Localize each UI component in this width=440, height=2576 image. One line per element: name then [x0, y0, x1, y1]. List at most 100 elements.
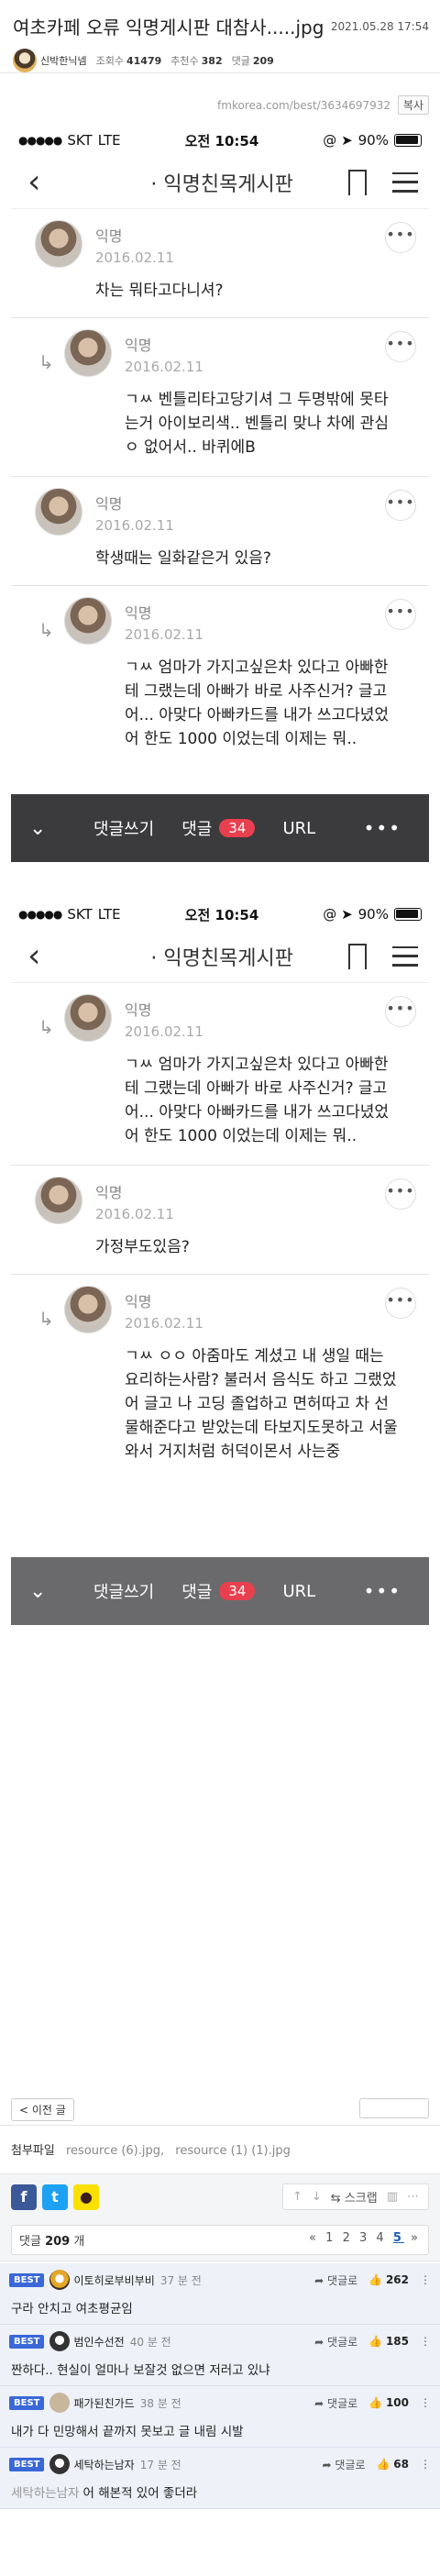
- write-comment-button[interactable]: 댓글쓰기: [94, 816, 154, 840]
- more-options-icon[interactable]: •••: [385, 331, 416, 362]
- more-options-icon[interactable]: ⋮: [420, 2396, 431, 2409]
- comments-count-badge: 34: [219, 819, 256, 837]
- reply-button[interactable]: ➦ 댓글로: [314, 2395, 358, 2411]
- pager-page[interactable]: 1: [325, 2231, 336, 2245]
- like-button[interactable]: 👍 100: [368, 2396, 409, 2409]
- bookmark-icon[interactable]: [347, 943, 367, 977]
- comment-date: 2016.02.11: [95, 517, 174, 534]
- copy-url-button[interactable]: 복사: [397, 95, 429, 115]
- comment-count-bar: 댓글 209 개 « 1 2 3 4 5 »: [0, 2219, 440, 2261]
- comments-label: 댓글: [231, 55, 250, 67]
- more-options-icon[interactable]: •••: [385, 490, 416, 521]
- more-icon[interactable]: •••: [364, 817, 402, 839]
- phone-time: 오전 10:54: [184, 132, 259, 149]
- avatar: [50, 2331, 71, 2351]
- url-button[interactable]: URL: [282, 1582, 315, 1601]
- back-icon[interactable]: ‹: [28, 165, 40, 199]
- next-post-button[interactable]: [359, 2098, 429, 2118]
- avatar: [35, 488, 82, 536]
- comment-date: 2016.02.11: [125, 626, 204, 643]
- bookmark-icon[interactable]: [347, 169, 367, 203]
- reply-to-user[interactable]: 세탁하는남자: [11, 2486, 80, 2501]
- reply-item: ↳ 익명 2016.02.11 ••• ㄱㅆ 엄마가 가지고싶은차 있다고 아빠한…: [11, 983, 429, 1166]
- reply-label: 댓글로: [327, 2396, 358, 2410]
- author-avatar[interactable]: [13, 49, 37, 72]
- facebook-share-icon[interactable]: f: [11, 2184, 37, 2210]
- post-meta: 신박한닉넴 조회수 41479 추천수 382 댓글 209: [13, 49, 429, 72]
- kakao-share-icon[interactable]: ●: [73, 2184, 99, 2210]
- app-navbar: ‹ · 익명친목게시판: [11, 930, 429, 983]
- views-value: 41479: [126, 55, 162, 67]
- more-icon[interactable]: •••: [364, 1580, 402, 1602]
- comment-date: 2016.02.11: [95, 249, 174, 266]
- comment-text: 짠하다.. 현실이 얼마나 보잘것 없으면 저러고 있냐: [11, 2363, 270, 2378]
- write-comment-button[interactable]: 댓글쓰기: [94, 1579, 154, 1603]
- more-options-icon[interactable]: •••: [385, 1178, 416, 1210]
- pager-last[interactable]: »: [411, 2231, 421, 2245]
- more-options-icon[interactable]: ⋮: [420, 2335, 431, 2348]
- comment-author[interactable]: 범인수선전: [73, 2334, 124, 2349]
- more-tools-icon[interactable]: ⋯: [407, 2190, 419, 2204]
- more-options-icon[interactable]: •••: [385, 599, 416, 630]
- back-icon[interactable]: ‹: [28, 939, 40, 973]
- avatar: [50, 2270, 71, 2290]
- reply-arrow-icon: ↳: [38, 1016, 54, 1038]
- chevron-down-icon[interactable]: ⌄: [29, 817, 66, 840]
- best-comment: BEST 범인수선전 40 분 전 ➦ 댓글로 👍 185 ⋮ 짠하다.. 현실이 …: [0, 2325, 440, 2386]
- comment-author[interactable]: 패가된친가드: [73, 2395, 134, 2411]
- more-options-icon[interactable]: •••: [385, 222, 416, 253]
- post-tools: ↑ ↓ ⇆ 스크랩 ▥ ⋯: [281, 2184, 429, 2210]
- pager-current-page[interactable]: 5: [393, 2231, 404, 2245]
- comments-button[interactable]: 댓글 34: [182, 1579, 256, 1603]
- best-badge: BEST: [9, 2272, 45, 2287]
- attachment-file[interactable]: resource (6).jpg,: [66, 2144, 164, 2158]
- like-button[interactable]: 👍 262: [368, 2273, 409, 2286]
- url-button[interactable]: URL: [282, 819, 315, 838]
- arrow-up-icon[interactable]: ↑: [292, 2190, 302, 2204]
- bottom-action-bar: ⌄ 댓글쓰기 댓글 34 URL •••: [11, 1557, 429, 1625]
- location-icon: @ ➤: [323, 906, 353, 923]
- post-author[interactable]: 신박한닉넴: [40, 53, 87, 68]
- comment-date: 2016.02.11: [125, 359, 204, 375]
- twitter-share-icon[interactable]: t: [42, 2184, 68, 2210]
- more-options-icon[interactable]: •••: [385, 996, 416, 1027]
- more-options-icon[interactable]: ⋮: [420, 2458, 431, 2471]
- reply-button[interactable]: ➦ 댓글로: [314, 2334, 358, 2349]
- best-comment: BEST 세탁하는남자 17 분 전 ➦ 댓글로 👍 68 ⋮ 세탁하는남자 어 해본…: [0, 2448, 440, 2509]
- comment-text: ㄱㅆ 벤틀리타고당기셔 그 두명밖에 못타는거 아이보리색.. 벤틀리 맞나 차…: [125, 391, 390, 457]
- like-count: 262: [385, 2273, 409, 2286]
- comment-author[interactable]: 세탁하는남자: [73, 2457, 134, 2472]
- menu-icon[interactable]: [391, 171, 418, 193]
- pager-first[interactable]: «: [309, 2231, 319, 2245]
- chevron-down-icon[interactable]: ⌄: [29, 1580, 66, 1603]
- pager-page[interactable]: 3: [359, 2231, 369, 2245]
- source-url-row: fmkorea.com/best/3634697932 복사: [0, 95, 440, 115]
- comment-item: 익명 2016.02.11 ••• 차는 뭐타고다니셔?: [11, 209, 429, 318]
- best-badge: BEST: [9, 2395, 45, 2410]
- like-count: 68: [393, 2458, 409, 2471]
- like-button[interactable]: 👍 68: [377, 2458, 409, 2471]
- avatar: [64, 597, 112, 645]
- attachment-file[interactable]: resource (1) (1).jpg: [175, 2144, 291, 2158]
- comment-count-summary: 댓글 209 개: [19, 2231, 84, 2249]
- reply-button[interactable]: ➦ 댓글로: [323, 2457, 366, 2472]
- comments-button[interactable]: 댓글 34: [182, 816, 256, 840]
- attachments: 첨부파일 resource (6).jpg, resource (1) (1).…: [0, 2133, 440, 2165]
- prev-post-button[interactable]: < 이전 글: [11, 2098, 74, 2121]
- pager-page[interactable]: 2: [343, 2231, 353, 2245]
- comments-count-badge: 34: [219, 1582, 256, 1600]
- comment-item: 익명 2016.02.11 ••• 가정부도있음?: [11, 1166, 429, 1275]
- menu-icon[interactable]: [391, 945, 418, 967]
- scrap-button[interactable]: ⇆ 스크랩: [331, 2188, 378, 2206]
- arrow-down-icon[interactable]: ↓: [312, 2190, 322, 2204]
- chart-icon[interactable]: ▥: [387, 2190, 398, 2204]
- comment-author[interactable]: 이토히로부비부비: [73, 2272, 154, 2288]
- like-button[interactable]: 👍 185: [368, 2335, 409, 2348]
- reply-button[interactable]: ➦ 댓글로: [314, 2272, 358, 2288]
- source-url[interactable]: fmkorea.com/best/3634697932: [217, 99, 390, 112]
- reply-label: 댓글로: [335, 2458, 366, 2471]
- more-options-icon[interactable]: ⋮: [420, 2273, 431, 2286]
- comment-time: 37 분 전: [160, 2273, 202, 2287]
- more-options-icon[interactable]: •••: [385, 1288, 416, 1319]
- pager-page[interactable]: 4: [376, 2231, 386, 2245]
